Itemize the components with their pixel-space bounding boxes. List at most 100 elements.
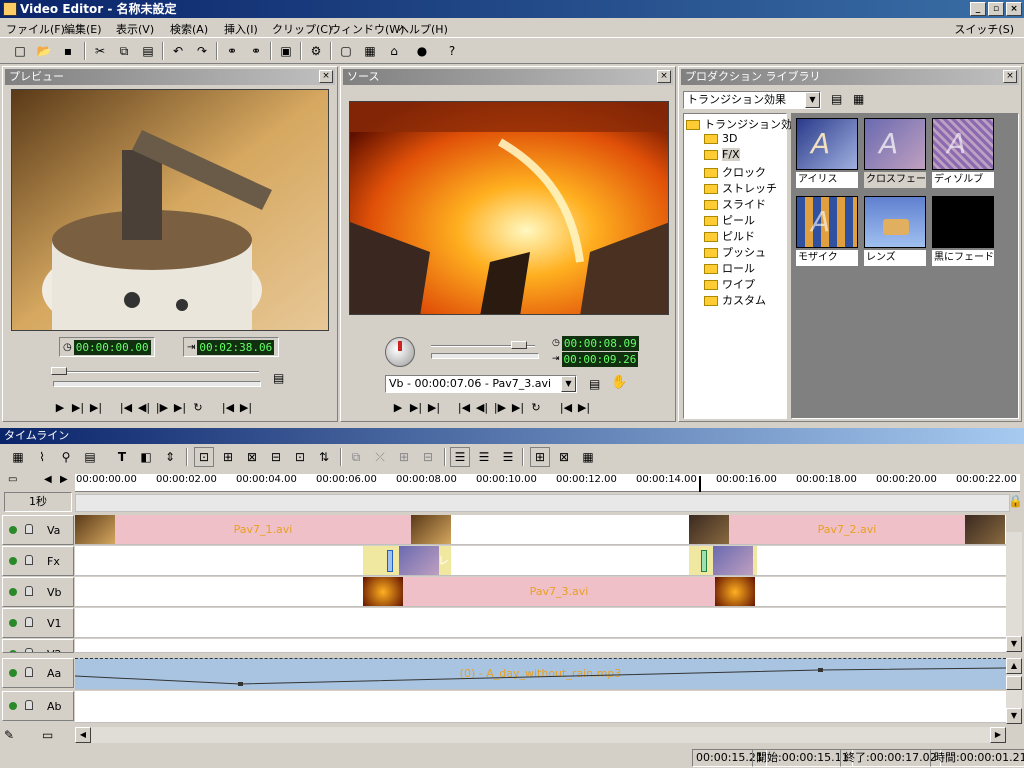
preview-options-icon[interactable]: ▤: [273, 371, 284, 385]
effect-lens-thumb[interactable]: [864, 196, 926, 248]
play-to-out-icon[interactable]: ▶|: [89, 401, 103, 414]
source-window-icon[interactable]: ▦: [360, 41, 380, 61]
visibility-icon[interactable]: [9, 619, 17, 627]
color-icon[interactable]: ◧: [136, 447, 156, 467]
clip-vb-1[interactable]: Pav7_3.avi: [403, 577, 715, 606]
track-size-icon[interactable]: ▭: [42, 728, 53, 742]
align-right-icon[interactable]: ☰: [498, 447, 518, 467]
track-view-icon[interactable]: ▭: [8, 474, 17, 485]
find-icon[interactable]: ⚭: [222, 41, 242, 61]
menu-window[interactable]: ウィンドウ(W): [330, 21, 404, 37]
track-ab[interactable]: [75, 691, 1006, 723]
menu-edit[interactable]: 編集(E): [64, 21, 102, 37]
clip-properties-icon[interactable]: ▤: [80, 447, 100, 467]
track-v2[interactable]: [75, 639, 1006, 653]
tree-item-slide[interactable]: スライド: [704, 196, 766, 212]
render-icon[interactable]: ▣: [276, 41, 296, 61]
find-next-icon[interactable]: ⚭: [246, 41, 266, 61]
src-play-inout-icon[interactable]: ▶|: [409, 401, 423, 414]
work-area-bar[interactable]: [75, 494, 1010, 512]
play-icon[interactable]: ▶: [53, 401, 67, 414]
menu-help[interactable]: ヘルプ(H): [398, 21, 448, 37]
menu-view[interactable]: 表示(V): [116, 21, 154, 37]
playhead-marker[interactable]: [699, 476, 701, 492]
close-button[interactable]: ×: [1006, 2, 1022, 16]
lock-icon[interactable]: [25, 648, 33, 652]
src-go-start-icon[interactable]: |◀: [457, 401, 471, 414]
track-header-ab[interactable]: Ab: [2, 691, 74, 721]
audio-volume-envelope[interactable]: [75, 658, 1006, 690]
visibility-icon[interactable]: [9, 669, 17, 677]
hscroll-left-icon[interactable]: ◀: [75, 727, 91, 743]
track-header-vb[interactable]: Vb: [2, 577, 74, 607]
split-icon[interactable]: ⇕: [160, 447, 180, 467]
menu-insert[interactable]: 挿入(I): [224, 21, 258, 37]
effect-mosaic-thumb[interactable]: A: [796, 196, 858, 248]
link-icon[interactable]: ⧉: [346, 447, 366, 467]
copy-icon[interactable]: ⧉: [114, 41, 134, 61]
restore-button[interactable]: ▫: [988, 2, 1004, 16]
title-text-icon[interactable]: T: [112, 447, 132, 467]
lock-icon[interactable]: [25, 700, 33, 710]
unlink-icon[interactable]: ⤫: [370, 447, 390, 467]
track-header-aa[interactable]: Aa: [2, 658, 74, 688]
menu-search[interactable]: 検索(A): [170, 21, 208, 37]
src-loop-icon[interactable]: ↻: [529, 401, 543, 414]
scroll-left-icon[interactable]: ◀: [44, 474, 52, 485]
clip-va-1[interactable]: Pav7_1.avi: [115, 515, 411, 544]
preview-window-icon[interactable]: ▢: [336, 41, 356, 61]
source-options-icon[interactable]: ▤: [589, 377, 600, 391]
source-in-handle[interactable]: [511, 341, 527, 349]
visibility-icon[interactable]: [9, 557, 17, 565]
library-close-icon[interactable]: ×: [1003, 70, 1017, 83]
tree-item-peel[interactable]: ピール: [704, 212, 755, 228]
step-back-icon[interactable]: ◀|: [137, 401, 151, 414]
src-next-edit-icon[interactable]: ▶|: [577, 401, 591, 414]
cut-icon[interactable]: ✂: [90, 41, 110, 61]
zoom-icon[interactable]: ⚲: [56, 447, 76, 467]
tree-root[interactable]: トランジション効果: [686, 116, 803, 132]
library-icon[interactable]: ⌂: [384, 41, 404, 61]
prev-edit-icon[interactable]: |◀: [221, 401, 235, 414]
group-icon[interactable]: ⊞: [394, 447, 414, 467]
grid-icon[interactable]: ⊠: [554, 447, 574, 467]
scroll-down-icon[interactable]: ▼: [1006, 636, 1022, 652]
timeline-hscrollbar[interactable]: ◀ ▶: [75, 727, 1006, 743]
track-fx[interactable]: グレ ク: [75, 546, 1006, 576]
align-left-icon[interactable]: ☰: [450, 447, 470, 467]
ungroup-icon[interactable]: ⊟: [418, 447, 438, 467]
scroll-down-icon[interactable]: ▼: [1006, 708, 1022, 724]
src-go-end-icon[interactable]: ▶|: [511, 401, 525, 414]
src-prev-edit-icon[interactable]: |◀: [559, 401, 573, 414]
slip-icon[interactable]: ⊟: [266, 447, 286, 467]
snap-icon[interactable]: ⊞: [530, 447, 550, 467]
src-play-to-out-icon[interactable]: ▶|: [427, 401, 441, 414]
play-inout-icon[interactable]: ▶|: [71, 401, 85, 414]
tree-item-custom[interactable]: カスタム: [704, 292, 766, 308]
undo-icon[interactable]: ↶: [168, 41, 188, 61]
source-range-bar[interactable]: [431, 353, 539, 359]
new-file-icon[interactable]: □: [10, 41, 30, 61]
lock-icon[interactable]: [25, 617, 33, 627]
slide-edit-icon[interactable]: ⊡: [290, 447, 310, 467]
tree-item-clock[interactable]: クロック: [704, 164, 766, 180]
open-folder-icon[interactable]: 📂: [34, 41, 54, 61]
track-header-va[interactable]: Va: [2, 515, 74, 545]
lock-icon[interactable]: [25, 555, 33, 565]
track-vb[interactable]: Pav7_3.avi: [75, 577, 1006, 607]
src-play-icon[interactable]: ▶: [391, 401, 405, 414]
source-clip-select[interactable]: Vb - 00:00:07.06 - Pav7_3.avi ▼: [385, 375, 577, 393]
track-aa[interactable]: (0) - A_day_without_rain.mp3: [75, 658, 1006, 690]
hand-icon[interactable]: ✋: [611, 375, 627, 390]
scroll-up-icon[interactable]: ▲: [1006, 658, 1022, 674]
menu-switch[interactable]: スイッチ(S): [954, 21, 1014, 37]
go-start-icon[interactable]: |◀: [119, 401, 133, 414]
preview-close-icon[interactable]: ×: [319, 70, 333, 83]
timeline-lock-icon[interactable]: 🔒: [1008, 494, 1023, 508]
lock-icon[interactable]: [25, 524, 33, 534]
scroll-right-icon[interactable]: ▶: [60, 474, 68, 485]
src-step-forward-icon[interactable]: |▶: [493, 401, 507, 414]
step-forward-icon[interactable]: |▶: [155, 401, 169, 414]
source-close-icon[interactable]: ×: [657, 70, 671, 83]
audio-tracks-scrollbar[interactable]: ▲ ▼: [1006, 658, 1022, 724]
